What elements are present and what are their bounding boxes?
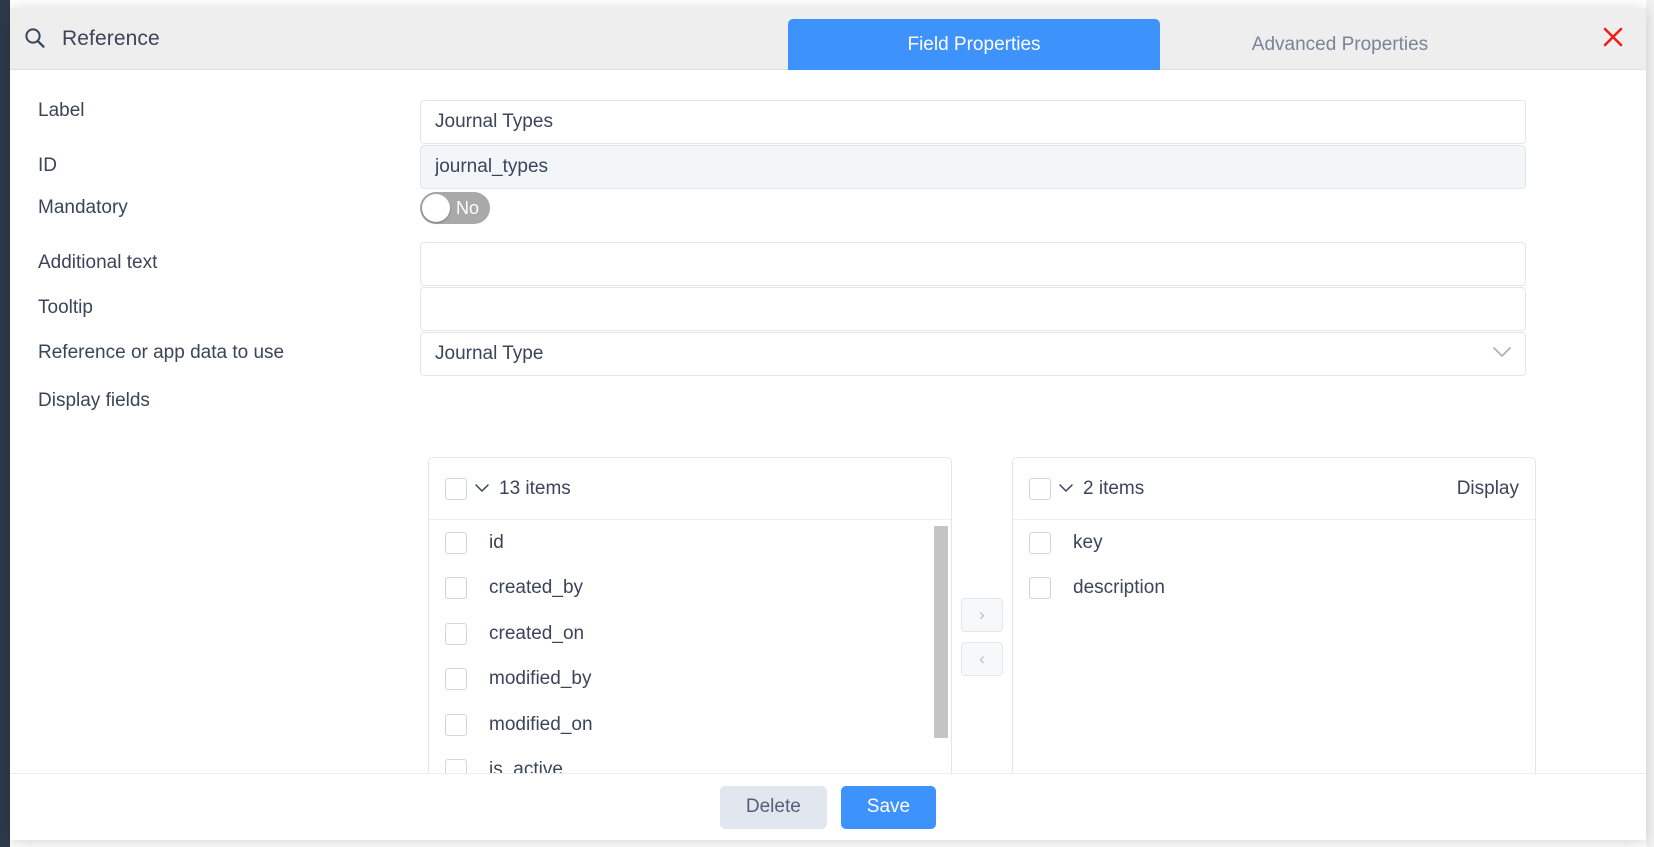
selected-fields-list: key description xyxy=(1013,520,1535,773)
list-item-label: created_by xyxy=(489,577,584,599)
delete-button[interactable]: Delete xyxy=(719,785,827,829)
modal-header: Reference Field Properties Advanced Prop… xyxy=(10,8,1646,70)
list-item-label: id xyxy=(489,531,504,553)
display-fields-dual-list: 13 items id created_by created_on modifi… xyxy=(428,457,1536,773)
chevron-down-icon[interactable] xyxy=(1059,481,1073,496)
save-button[interactable]: Save xyxy=(840,785,937,829)
list-item-checkbox[interactable] xyxy=(445,759,467,773)
reference-source-value: Journal Type xyxy=(435,343,544,364)
chevron-down-icon xyxy=(1493,345,1511,363)
list-item-label: modified_by xyxy=(489,668,592,690)
form-row-label: Label xyxy=(10,100,1604,144)
close-icon xyxy=(1603,27,1623,47)
list-item-checkbox[interactable] xyxy=(445,577,467,600)
list-item-checkbox[interactable] xyxy=(1029,531,1051,554)
tab-advanced-properties[interactable]: Advanced Properties xyxy=(1160,19,1520,70)
modal-footer: Delete Save xyxy=(10,773,1646,840)
search-icon xyxy=(22,26,48,52)
move-left-button[interactable]: ‹ xyxy=(961,642,1003,676)
reference-source-select[interactable]: Journal Type xyxy=(420,332,1526,376)
list-item-checkbox[interactable] xyxy=(445,668,467,691)
available-list-scroll-thumb[interactable] xyxy=(934,526,948,738)
id-field-label: ID xyxy=(38,155,57,176)
modal-body: Label ID Mandatory No Additional text xyxy=(10,70,1646,773)
tab-field-properties[interactable]: Field Properties xyxy=(788,19,1160,70)
chevron-right-icon: › xyxy=(979,605,985,624)
list-item[interactable]: modified_by xyxy=(429,657,951,703)
display-fields-label: Display fields xyxy=(38,390,150,411)
close-button[interactable] xyxy=(1598,22,1628,52)
id-input[interactable] xyxy=(420,145,1526,189)
list-item-label: is_active xyxy=(489,759,563,773)
mandatory-field-label: Mandatory xyxy=(38,197,128,218)
list-item-label: modified_on xyxy=(489,713,593,735)
form-row-additional-text: Additional text xyxy=(10,242,1604,286)
chevron-down-icon[interactable] xyxy=(475,481,489,496)
list-item-checkbox[interactable] xyxy=(445,531,467,554)
mandatory-toggle[interactable]: No xyxy=(420,192,490,224)
available-fields-list: id created_by created_on modified_by mod… xyxy=(429,520,951,773)
list-item[interactable]: key xyxy=(1013,520,1535,566)
tooltip-field-label: Tooltip xyxy=(38,297,93,318)
selected-select-all-checkbox[interactable] xyxy=(1029,477,1051,500)
selected-fields-panel: 2 items Display key description xyxy=(1012,457,1536,773)
reference-source-label: Reference or app data to use xyxy=(38,342,285,363)
transfer-buttons: › ‹ xyxy=(952,457,1012,773)
page-title: Reference xyxy=(62,27,160,50)
selected-fields-header: 2 items Display xyxy=(1013,458,1535,520)
mandatory-toggle-value: No xyxy=(456,197,480,218)
available-select-all-checkbox[interactable] xyxy=(445,477,467,500)
form-row-tooltip: Tooltip xyxy=(10,287,1604,331)
selected-items-count: 2 items xyxy=(1083,477,1145,499)
mandatory-toggle-knob xyxy=(422,194,450,222)
selected-fields-header-left: 2 items xyxy=(1029,477,1145,500)
label-input[interactable] xyxy=(420,100,1526,144)
list-item-checkbox[interactable] xyxy=(1029,577,1051,600)
tab-field-properties-label: Field Properties xyxy=(907,33,1041,55)
form-row-display-fields: Display fields xyxy=(10,390,1604,413)
list-item[interactable]: created_by xyxy=(429,566,951,612)
list-item[interactable]: modified_on xyxy=(429,702,951,748)
list-item-label: description xyxy=(1073,577,1165,599)
available-fields-header: 13 items xyxy=(429,458,951,520)
display-column-header: Display xyxy=(1456,477,1519,499)
list-item[interactable]: is_active xyxy=(429,748,951,773)
list-item-label: key xyxy=(1073,531,1103,553)
form-row-mandatory: Mandatory No xyxy=(10,192,1604,224)
tooltip-input[interactable] xyxy=(420,287,1526,331)
move-right-button[interactable]: › xyxy=(961,598,1003,632)
chevron-left-icon: ‹ xyxy=(979,649,985,668)
list-item[interactable]: id xyxy=(429,520,951,566)
label-field-label: Label xyxy=(38,100,85,121)
tab-advanced-properties-label: Advanced Properties xyxy=(1251,33,1429,55)
list-item[interactable]: created_on xyxy=(429,611,951,657)
page-background-right xyxy=(1646,0,1654,847)
field-properties-modal-screen: Reference Field Properties Advanced Prop… xyxy=(0,0,1654,847)
list-item[interactable]: description xyxy=(1013,566,1535,612)
available-items-count: 13 items xyxy=(499,477,571,499)
form-row-id: ID xyxy=(10,145,1604,189)
available-list-scrollbar[interactable] xyxy=(934,526,948,748)
additional-text-input[interactable] xyxy=(420,242,1526,286)
list-item-checkbox[interactable] xyxy=(445,622,467,645)
page-background-left xyxy=(0,0,10,847)
available-fields-panel: 13 items id created_by created_on modifi… xyxy=(428,457,952,773)
reference-field-modal: Reference Field Properties Advanced Prop… xyxy=(10,8,1646,840)
additional-text-field-label: Additional text xyxy=(38,252,158,273)
form-row-reference-source: Reference or app data to use Journal Typ… xyxy=(10,332,1604,376)
modal-header-left: Reference xyxy=(22,8,160,70)
list-item-checkbox[interactable] xyxy=(445,713,467,736)
modal-tabs: Field Properties Advanced Properties xyxy=(788,8,1520,70)
available-fields-header-left: 13 items xyxy=(445,477,571,500)
list-item-label: created_on xyxy=(489,622,585,644)
